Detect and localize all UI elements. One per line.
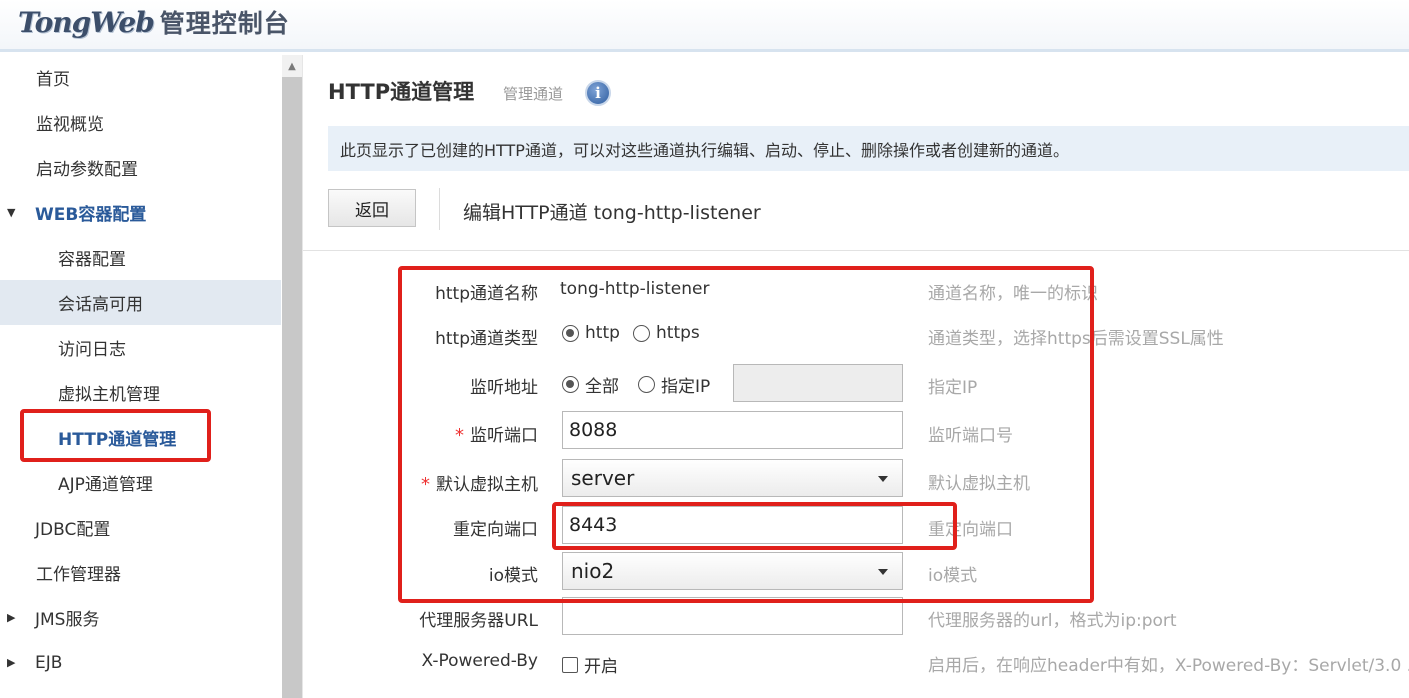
port-label-text: 监听端口 <box>470 426 538 446</box>
vhost-label: * 默认虚拟主机 <box>421 470 538 495</box>
back-button[interactable]: 返回 <box>328 189 416 227</box>
chevron-right-icon: ▶ <box>7 611 16 624</box>
chevron-right-icon: ▶ <box>7 656 16 669</box>
addr-label: 监听地址 <box>470 378 538 398</box>
app-logo: TongWeb 管理控制台 <box>18 2 290 42</box>
header-bar: TongWeb 管理控制台 <box>0 0 1409 52</box>
powered-checkbox[interactable]: 开启 <box>562 652 618 677</box>
chevron-down-icon <box>878 476 888 482</box>
radio-selected-icon[interactable] <box>562 324 579 342</box>
radio-selected-icon[interactable] <box>562 376 579 393</box>
sidebar-item-label: JDBC配置 <box>35 520 111 540</box>
sidebar-item-session-ha[interactable]: 会话高可用 <box>0 280 281 325</box>
sidebar-item-label: AJP通道管理 <box>58 475 153 495</box>
vhost-select[interactable]: server <box>562 459 903 497</box>
io-mode-select[interactable]: nio2 <box>562 552 903 590</box>
sidebar-item-label: 容器配置 <box>58 250 126 270</box>
radio-label: https <box>656 323 700 343</box>
name-hint: 通道名称，唯一的标识 <box>928 284 1098 304</box>
sidebar-item-label: 启动参数配置 <box>36 160 138 180</box>
required-mark: * <box>421 474 430 495</box>
addr-hint: 指定IP <box>928 378 978 398</box>
radio-label: 指定IP <box>661 377 711 397</box>
info-icon[interactable]: i <box>585 80 611 106</box>
sidebar-item-container-config[interactable]: 容器配置 <box>0 235 281 280</box>
proxy-hint: 代理服务器的url，格式为ip:port <box>928 611 1177 631</box>
addr-radio-all[interactable]: 全部 <box>562 372 619 397</box>
type-radio-http[interactable]: http <box>562 323 620 343</box>
sidebar-item-http-channel[interactable]: HTTP通道管理 <box>0 415 281 460</box>
required-mark: * <box>455 425 464 446</box>
io-label: io模式 <box>488 566 538 586</box>
chevron-down-icon: ▼ <box>7 206 16 219</box>
name-value: tong-http-listener <box>560 279 710 299</box>
sidebar-item-jms[interactable]: ▶ JMS服务 <box>0 595 281 640</box>
radio-label: http <box>585 323 620 343</box>
logo-brand: TongWeb <box>18 5 155 39</box>
sidebar-item-label: 监视概览 <box>36 115 104 135</box>
vhost-hint: 默认虚拟主机 <box>928 474 1030 494</box>
io-hint: io模式 <box>928 566 978 586</box>
sidebar-item-label: EJB <box>35 652 63 673</box>
radio-label: 全部 <box>585 377 619 397</box>
powered-label: X-Powered-By <box>421 651 538 671</box>
proxy-label: 代理服务器URL <box>419 611 538 631</box>
sidebar-item-label: 访问日志 <box>58 340 126 360</box>
port-label: * 监听端口 <box>455 421 538 446</box>
radio-icon[interactable] <box>638 376 655 393</box>
sidebar-item-vhost-manage[interactable]: 虚拟主机管理 <box>0 370 281 415</box>
sidebar-item-access-log[interactable]: 访问日志 <box>0 325 281 370</box>
sidebar-item-label: WEB容器配置 <box>35 205 147 225</box>
sidebar-item-monitor[interactable]: 监视概览 <box>0 100 281 145</box>
addr-radio-specific[interactable]: 指定IP <box>638 372 710 397</box>
ip-input[interactable] <box>733 364 903 402</box>
type-hint: 通道类型，选择https后需设置SSL属性 <box>928 329 1224 349</box>
divider <box>302 55 303 698</box>
type-label: http通道类型 <box>435 329 538 349</box>
page-subtitle: 管理通道 <box>503 85 564 103</box>
edit-title: 编辑HTTP通道 tong-http-listener <box>463 202 761 224</box>
page-title: HTTP通道管理 <box>328 80 475 104</box>
chevron-down-icon <box>878 569 888 575</box>
divider <box>303 250 1409 251</box>
radio-icon[interactable] <box>633 324 650 342</box>
sidebar-item-startup-params[interactable]: 启动参数配置 <box>0 145 281 190</box>
powered-hint: 启用后，在响应header中有如，X-Powered-By：Servlet/3.… <box>928 656 1409 676</box>
sidebar-item-label: 工作管理器 <box>36 565 121 585</box>
sidebar-item-jdbc[interactable]: JDBC配置 <box>0 505 281 550</box>
sidebar-item-ajp-channel[interactable]: AJP通道管理 <box>0 460 281 505</box>
redirect-label: 重定向端口 <box>453 520 538 540</box>
proxy-url-input[interactable] <box>562 597 903 635</box>
divider <box>439 188 440 230</box>
io-select-value: nio2 <box>571 559 615 583</box>
port-hint: 监听端口号 <box>928 426 1013 446</box>
checkbox-label: 开启 <box>584 657 618 677</box>
sidebar-item-home[interactable]: 首页 <box>0 55 281 100</box>
redirect-port-input[interactable]: 8443 <box>562 506 903 544</box>
logo-suffix: 管理控制台 <box>159 9 290 38</box>
vhost-label-text: 默认虚拟主机 <box>436 475 538 495</box>
sidebar-item-label: 首页 <box>36 70 70 90</box>
sidebar-item-label: 虚拟主机管理 <box>58 385 160 405</box>
sidebar-item-work-manager[interactable]: 工作管理器 <box>0 550 281 595</box>
sidebar-item-label: 会话高可用 <box>58 295 143 315</box>
redirect-hint: 重定向端口 <box>928 520 1013 540</box>
page-description: 此页显示了已创建的HTTP通道，可以对这些通道执行编辑、启动、停止、删除操作或者… <box>328 126 1409 171</box>
sidebar-item-label: JMS服务 <box>35 610 100 630</box>
name-label: http通道名称 <box>435 284 538 304</box>
port-input[interactable]: 8088 <box>562 411 903 449</box>
sidebar-nav: 首页 监视概览 启动参数配置 ▼ WEB容器配置 容器配置 会话高可用 访问日志… <box>0 55 281 698</box>
scroll-up-arrow-icon[interactable]: ▲ <box>282 55 302 77</box>
sidebar-item-label: HTTP通道管理 <box>58 430 177 450</box>
vhost-select-value: server <box>571 466 635 490</box>
sidebar-scrollbar[interactable] <box>282 55 302 698</box>
sidebar-item-web-container[interactable]: ▼ WEB容器配置 <box>0 190 281 235</box>
sidebar-item-ejb[interactable]: ▶ EJB <box>0 640 281 685</box>
type-radio-https[interactable]: https <box>633 323 700 343</box>
checkbox-icon[interactable] <box>562 656 578 673</box>
